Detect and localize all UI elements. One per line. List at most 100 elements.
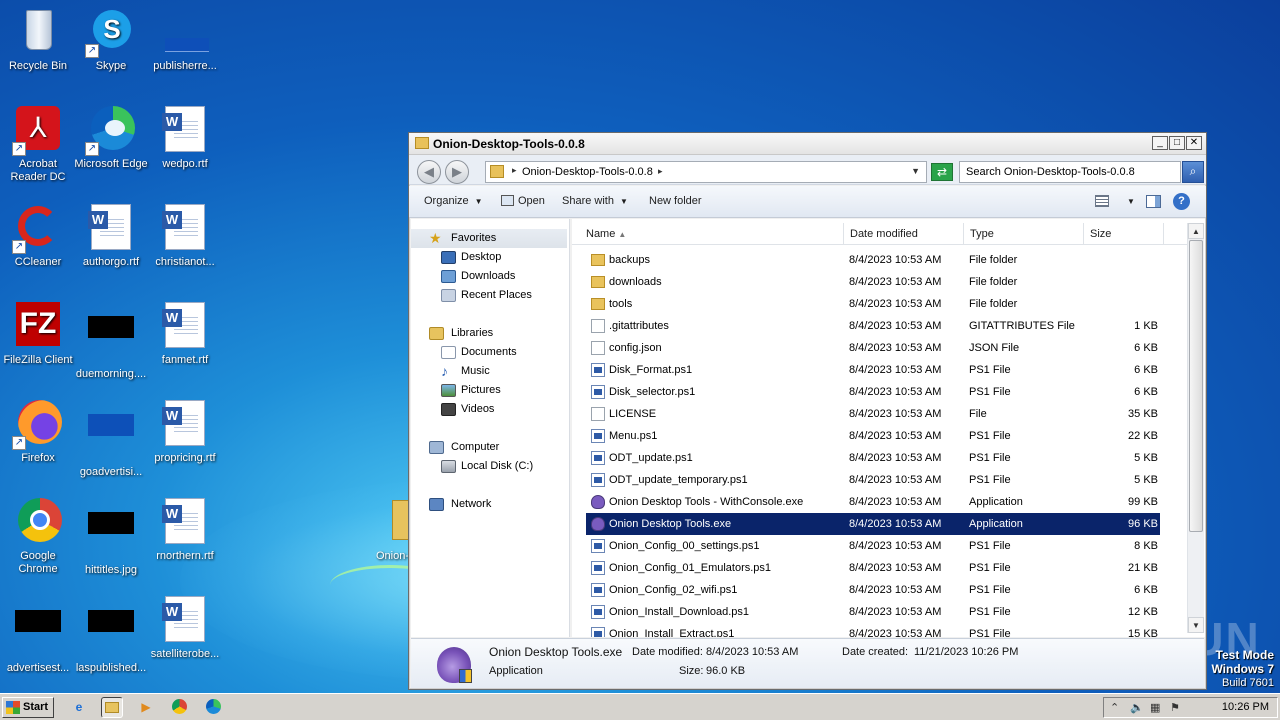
- nav-downloads[interactable]: Downloads: [411, 267, 569, 286]
- desktop-icon-christianot[interactable]: W christianot...: [147, 204, 223, 269]
- organize-button[interactable]: Organize ▼: [424, 195, 483, 207]
- clock[interactable]: 10:26 PM: [1222, 701, 1269, 713]
- new-folder-button[interactable]: New folder: [649, 195, 702, 207]
- file-row[interactable]: tools 8/4/2023 10:53 AM File folder: [586, 293, 1160, 315]
- nav-favorites[interactable]: ★ Favorites: [411, 229, 567, 248]
- desktop-icon-wedpo[interactable]: W wedpo.rtf: [147, 106, 223, 171]
- desktop-icon-ccleaner[interactable]: ↗ CCleaner: [0, 204, 76, 269]
- column-date-modified[interactable]: Date modified: [844, 223, 964, 245]
- desktop-icon-hittitles[interactable]: hittitles.jpg: [73, 498, 149, 577]
- file-row[interactable]: downloads 8/4/2023 10:53 AM File folder: [586, 271, 1160, 293]
- vertical-scrollbar[interactable]: ▲ ▼: [1187, 223, 1204, 633]
- minimize-button[interactable]: _: [1152, 136, 1168, 150]
- view-options-icon[interactable]: [1095, 195, 1109, 207]
- search-icon[interactable]: ⌕: [1182, 161, 1204, 183]
- chevron-right-icon[interactable]: ▸: [512, 165, 517, 176]
- file-row[interactable]: Menu.ps1 8/4/2023 10:53 AM PS1 File 22 KB: [586, 425, 1160, 447]
- start-button[interactable]: Start: [2, 697, 54, 718]
- search-input[interactable]: Search Onion-Desktop-Tools-0.0.8: [959, 161, 1181, 183]
- file-row[interactable]: Onion Desktop Tools - WithConsole.exe 8/4…: [586, 491, 1160, 513]
- desktop-icon-propricing[interactable]: W propricing.rtf: [147, 400, 223, 465]
- shortcut-arrow-icon: ↗: [12, 240, 26, 254]
- sort-ascending-icon: ▲: [618, 230, 627, 239]
- chevron-down-icon[interactable]: ▼: [911, 166, 920, 176]
- desktop-icon-recycle-bin[interactable]: Recycle Bin: [0, 8, 76, 73]
- help-icon[interactable]: ?: [1173, 193, 1190, 210]
- column-size[interactable]: Size: [1084, 223, 1164, 245]
- nav-local-disk[interactable]: Local Disk (C:): [411, 457, 569, 476]
- desktop-icon-authorgo[interactable]: W authorgo.rtf: [73, 204, 149, 269]
- file-row[interactable]: config.json 8/4/2023 10:53 AM JSON File 6 K…: [586, 337, 1160, 359]
- file-row[interactable]: Disk_selector.ps1 8/4/2023 10:53 AM PS1 Fi…: [586, 381, 1160, 403]
- desktop-icon-laspublished[interactable]: laspublished...: [73, 596, 149, 675]
- nav-libraries[interactable]: Libraries: [411, 324, 569, 343]
- desktop-icon-publisherre[interactable]: publisherre...: [147, 8, 223, 73]
- back-button[interactable]: ◀: [417, 160, 441, 184]
- desktop-icon-goadvertisi[interactable]: goadvertisi...: [73, 400, 149, 479]
- desktop-icon-advertisest[interactable]: advertisest...: [0, 596, 76, 675]
- maximize-button[interactable]: □: [1169, 136, 1185, 150]
- network-tray-icon[interactable]: ▦: [1150, 701, 1160, 714]
- nav-network[interactable]: Network: [411, 495, 569, 514]
- refresh-button[interactable]: ⇄: [931, 163, 953, 181]
- file-row[interactable]: LICENSE 8/4/2023 10:53 AM File 35 KB: [586, 403, 1160, 425]
- desktop-icon-fanmet[interactable]: W fanmet.rtf: [147, 302, 223, 367]
- file-row[interactable]: Onion_Config_01_Emulators.ps1 8/4/2023 10…: [586, 557, 1160, 579]
- scroll-thumb[interactable]: [1189, 240, 1203, 532]
- desktop-icon-onion-folder[interactable]: Onion-...: [370, 498, 410, 563]
- file-name: backups: [609, 254, 650, 266]
- file-row[interactable]: ODT_update_temporary.ps1 8/4/2023 10:53 A…: [586, 469, 1160, 491]
- chrome-taskbar-icon[interactable]: [168, 697, 190, 718]
- desktop-icon-chrome[interactable]: Google Chrome: [0, 498, 76, 576]
- file-row[interactable]: .gitattributes 8/4/2023 10:53 AM GITATTRIB…: [586, 315, 1160, 337]
- view-dropdown-button[interactable]: ▼: [1121, 195, 1135, 207]
- file-row[interactable]: Onion Desktop Tools.exe 8/4/2023 10:53 AM…: [586, 513, 1160, 535]
- title-bar[interactable]: Onion-Desktop-Tools-0.0.8 _ □ ✕: [409, 133, 1206, 155]
- breadcrumb[interactable]: Onion-Desktop-Tools-0.0.8: [522, 166, 653, 178]
- desktop-icon-satelliterobe[interactable]: W satelliterobe...: [147, 596, 223, 661]
- desktop-icon-skype[interactable]: S ↗ Skype: [73, 8, 149, 73]
- address-field[interactable]: ▸ Onion-Desktop-Tools-0.0.8 ▸ ▼: [485, 161, 927, 183]
- nav-videos[interactable]: Videos: [411, 400, 569, 419]
- ie-icon[interactable]: e: [68, 697, 90, 718]
- scroll-up-icon[interactable]: ▲: [1188, 223, 1204, 239]
- edge-taskbar-icon[interactable]: [202, 697, 224, 718]
- desktop-icon-filezilla[interactable]: FZ FileZilla Client: [0, 302, 76, 367]
- explorer-taskbar-icon[interactable]: [101, 697, 123, 718]
- show-hidden-icons-icon[interactable]: ⌃: [1110, 701, 1119, 714]
- desktop-icon-rnorthern[interactable]: W rnorthern.rtf: [147, 498, 223, 563]
- file-row[interactable]: ODT_update.ps1 8/4/2023 10:53 AM PS1 File 5…: [586, 447, 1160, 469]
- file-row[interactable]: Disk_Format.ps1 8/4/2023 10:53 AM PS1 File…: [586, 359, 1160, 381]
- explorer-window[interactable]: Onion-Desktop-Tools-0.0.8 _ □ ✕ ◀ ▶ ▸ On…: [408, 132, 1207, 690]
- nav-recent-places[interactable]: Recent Places: [411, 286, 569, 305]
- nav-music[interactable]: ♪ Music: [411, 362, 569, 381]
- file-row[interactable]: Onion_Config_00_settings.ps1 8/4/2023 10:…: [586, 535, 1160, 557]
- file-row[interactable]: Onion_Install_Extract.ps1 8/4/2023 10:53 …: [586, 623, 1160, 637]
- nav-pictures[interactable]: Pictures: [411, 381, 569, 400]
- nav-computer[interactable]: Computer: [411, 438, 569, 457]
- forward-button[interactable]: ▶: [445, 160, 469, 184]
- scroll-down-icon[interactable]: ▼: [1188, 617, 1204, 633]
- action-center-flag-icon[interactable]: ⚑: [1170, 701, 1180, 714]
- file-icon: [591, 407, 605, 421]
- file-size: 6 KB: [1134, 386, 1158, 398]
- media-player-icon[interactable]: ▶: [135, 697, 157, 718]
- preview-pane-icon[interactable]: [1146, 195, 1161, 208]
- volume-icon[interactable]: 🔈: [1130, 701, 1144, 714]
- desktop-icon-edge[interactable]: ↗ Microsoft Edge: [73, 106, 149, 171]
- close-button[interactable]: ✕: [1186, 136, 1202, 150]
- open-button[interactable]: Open: [501, 195, 545, 207]
- share-with-button[interactable]: Share with ▼: [562, 195, 628, 207]
- file-row[interactable]: Onion_Install_Download.ps1 8/4/2023 10:53…: [586, 601, 1160, 623]
- edge-icon: [205, 699, 221, 714]
- desktop-icon-firefox[interactable]: ↗ Firefox: [0, 400, 76, 465]
- column-type[interactable]: Type: [964, 223, 1084, 245]
- file-row[interactable]: backups 8/4/2023 10:53 AM File folder: [586, 249, 1160, 271]
- file-row[interactable]: Onion_Config_02_wifi.ps1 8/4/2023 10:53 A…: [586, 579, 1160, 601]
- nav-desktop[interactable]: Desktop: [411, 248, 569, 267]
- nav-documents[interactable]: Documents: [411, 343, 569, 362]
- chevron-right-icon[interactable]: ▸: [658, 166, 663, 177]
- column-name[interactable]: Name ▲: [580, 223, 844, 245]
- desktop-icon-acrobat[interactable]: ⅄ ↗ Acrobat Reader DC: [0, 106, 76, 184]
- desktop-icon-duemorning[interactable]: duemorning....: [73, 302, 149, 381]
